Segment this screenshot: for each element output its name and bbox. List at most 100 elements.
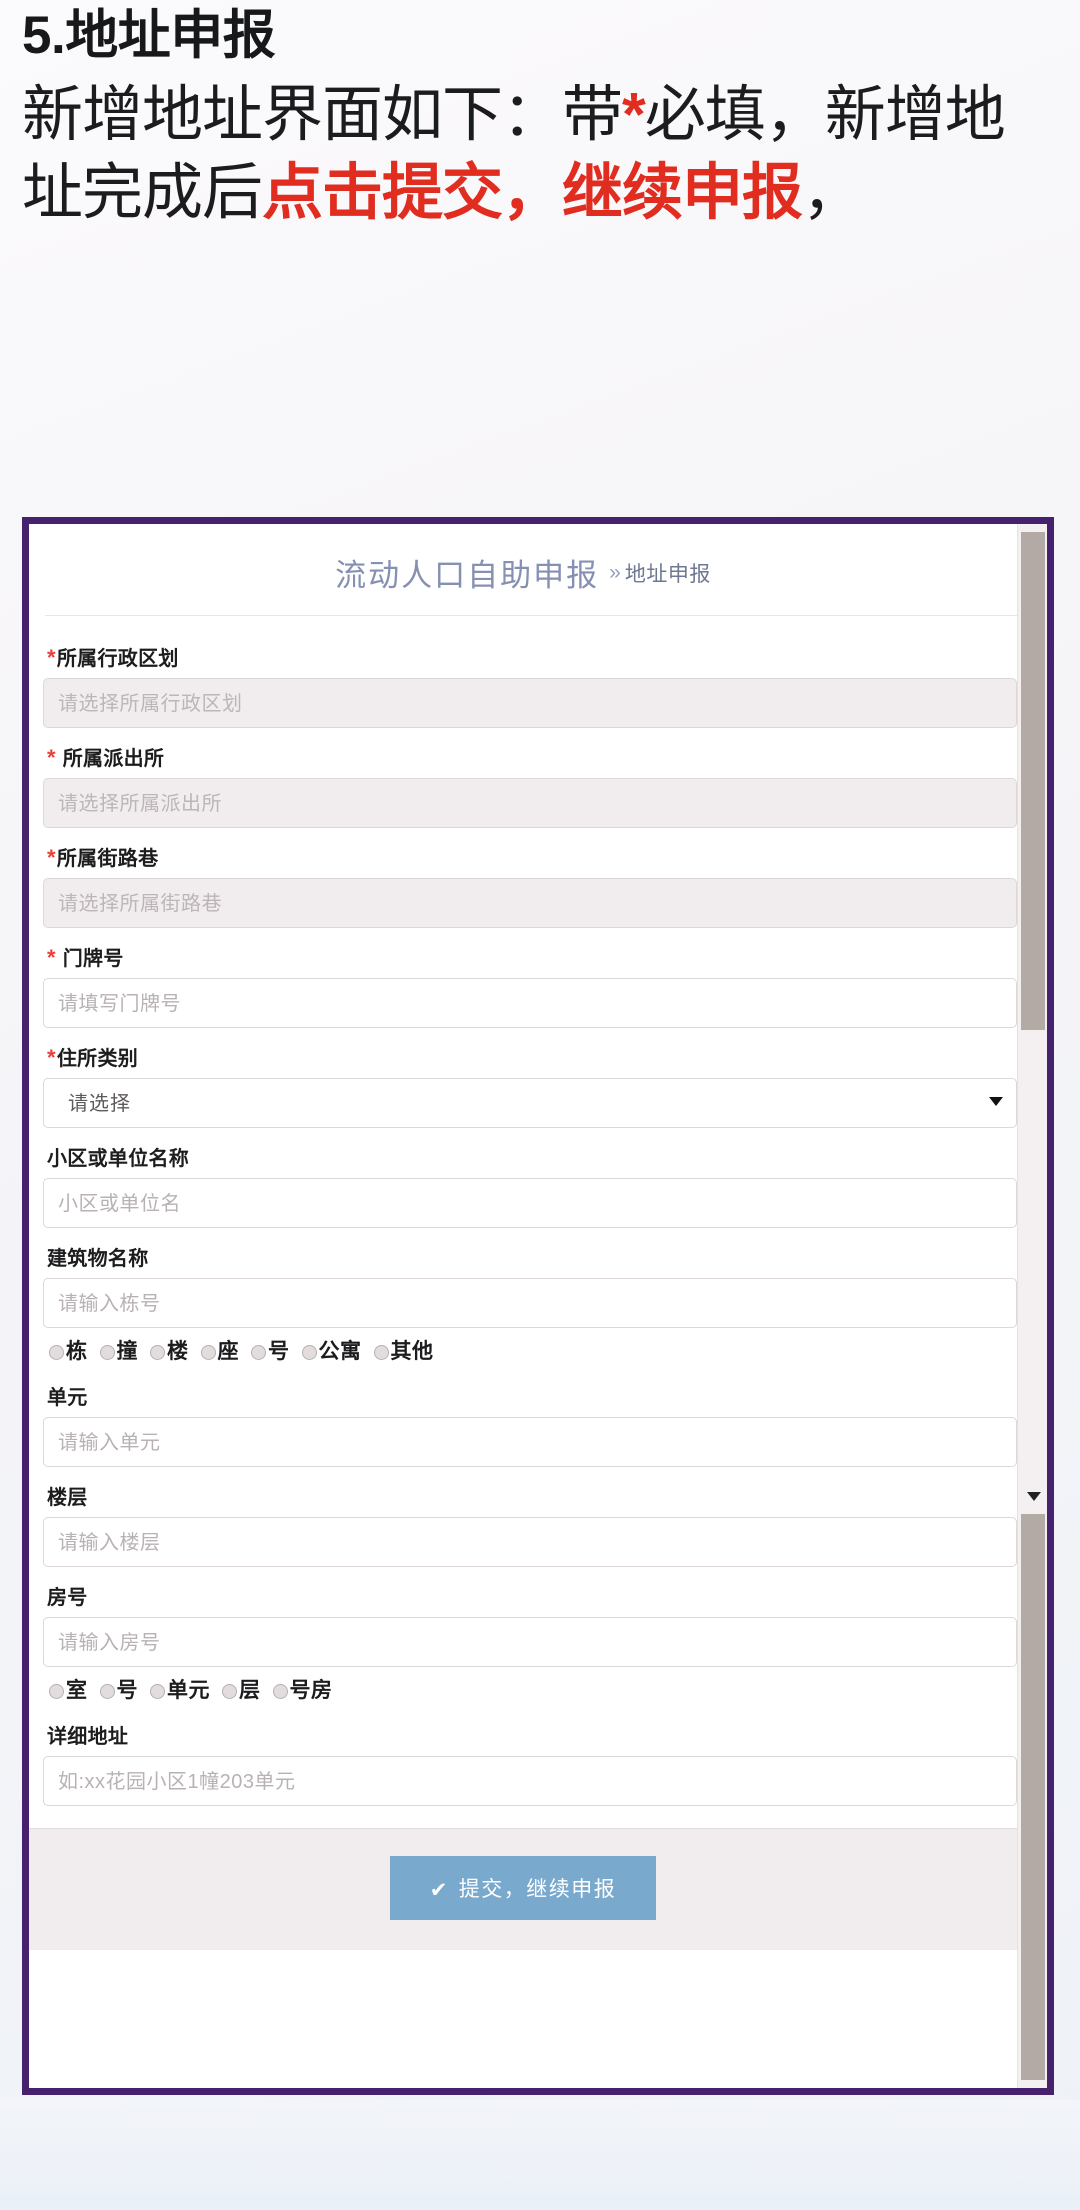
field-label-text: 门牌号 xyxy=(62,948,124,970)
community-or-unit-name-input[interactable]: 小区或单位名 xyxy=(43,1178,1017,1228)
radio-label: 其他 xyxy=(390,1340,434,1363)
radio-option[interactable]: 层 xyxy=(222,1674,261,1704)
radio-label: 栋 xyxy=(66,1340,88,1363)
field-label: 楼层 xyxy=(47,1487,88,1509)
radio-label: 撞 xyxy=(116,1340,138,1363)
radio-circle-icon[interactable] xyxy=(99,1345,115,1360)
radio-circle-icon[interactable] xyxy=(99,1684,115,1699)
radio-circle-icon[interactable] xyxy=(272,1684,288,1699)
required-marker: * xyxy=(47,645,56,670)
unit-input[interactable]: 请输入单元 xyxy=(43,1417,1017,1467)
radio-option[interactable]: 座 xyxy=(200,1335,240,1365)
field-unit: 单元 请输入单元 xyxy=(43,1369,1017,1467)
radio-label: 公寓 xyxy=(318,1340,362,1363)
radio-circle-icon[interactable] xyxy=(200,1345,216,1360)
radio-circle-icon[interactable] xyxy=(251,1345,266,1360)
radio-option[interactable]: 楼 xyxy=(150,1335,189,1365)
app-header: 流动人口自助申报 » 地址申报 xyxy=(29,524,1017,595)
submit-button-label: 提交，继续申报 xyxy=(458,1878,617,1901)
field-label: 详细地址 xyxy=(47,1726,129,1748)
radio-option[interactable]: 号 xyxy=(99,1674,139,1704)
field-label-text: 所属街路巷 xyxy=(56,848,159,870)
form-viewport: 流动人口自助申报» 地址申报 *所属行政区划 请选择所属行政区划 * 所属派出所 … xyxy=(29,524,1047,2088)
required-marker: * xyxy=(47,1045,56,1070)
radio-option[interactable]: 其他 xyxy=(373,1335,434,1365)
radio-option[interactable]: 号房 xyxy=(272,1674,333,1704)
radio-label: 楼 xyxy=(167,1340,189,1363)
vertical-scrollbar[interactable] xyxy=(1017,524,1047,2088)
radio-option[interactable]: 栋 xyxy=(49,1335,88,1365)
radio-circle-icon[interactable] xyxy=(150,1684,165,1699)
residence-type-dropdown-wrap: 请选择 xyxy=(43,1078,1017,1128)
radio-circle-icon[interactable] xyxy=(49,1684,64,1699)
room-number-input[interactable]: 请输入房号 xyxy=(43,1617,1017,1667)
radio-circle-icon[interactable] xyxy=(373,1345,389,1360)
field-label: 房号 xyxy=(47,1587,88,1609)
police-station-select[interactable]: 请选择所属派出所 xyxy=(43,778,1017,828)
radio-option[interactable]: 单元 xyxy=(150,1674,210,1704)
house-number-input[interactable]: 请填写门牌号 xyxy=(43,978,1017,1028)
field-room-number: 房号 请输入房号 室 号 单元 层 号房 xyxy=(43,1569,1017,1706)
field-house-number: * 门牌号 请填写门牌号 xyxy=(43,930,1017,1028)
required-marker: * xyxy=(47,945,56,970)
form-footer: ✔ 提交，继续申报 xyxy=(29,1828,1017,1950)
scrollbar-thumb-upper[interactable] xyxy=(1021,532,1045,1030)
radio-label: 室 xyxy=(66,1679,88,1702)
scrollbar-thumb-lower[interactable] xyxy=(1021,1514,1045,2080)
field-label: * 所属派出所 xyxy=(43,730,1017,778)
breadcrumb-separator-icon: » xyxy=(609,560,621,584)
room-suffix-radio-group: 室 号 单元 层 号房 xyxy=(43,1667,1017,1706)
chevron-down-icon[interactable] xyxy=(989,1097,1003,1106)
radio-label: 号 xyxy=(116,1679,138,1702)
heading-text-part1: 新增地址界面如下：带 xyxy=(22,80,623,149)
radio-label: 层 xyxy=(239,1679,261,1702)
browser-form-panel: 流动人口自助申报» 地址申报 *所属行政区划 请选择所属行政区划 * 所属派出所 … xyxy=(22,517,1054,2095)
field-detail-address: 详细地址 如:xx花园小区1幢203单元 xyxy=(43,1708,1017,1806)
field-label: * 门牌号 xyxy=(43,930,1017,978)
residence-type-dropdown[interactable]: 请选择 xyxy=(43,1078,1017,1128)
detail-address-input[interactable]: 如:xx花园小区1幢203单元 xyxy=(43,1756,1017,1806)
field-community-or-unit-name: 小区或单位名称 小区或单位名 xyxy=(43,1130,1017,1228)
form-body: *所属行政区划 请选择所属行政区划 * 所属派出所 请选择所属派出所 *所属街路… xyxy=(29,616,1047,1806)
radio-option[interactable]: 号 xyxy=(251,1335,290,1365)
required-marker: * xyxy=(47,745,56,770)
building-suffix-radio-group: 栋 撞 楼 座 号 公寓 其他 xyxy=(43,1328,1017,1367)
radio-label: 号 xyxy=(268,1340,290,1363)
field-floor: 楼层 请输入楼层 xyxy=(43,1469,1017,1567)
radio-circle-icon[interactable] xyxy=(301,1345,317,1360)
heading-text-part3: ， xyxy=(802,158,863,227)
radio-label: 座 xyxy=(217,1340,239,1363)
heading-highlight-red: 点击提交，继续申报 xyxy=(262,158,803,227)
field-label: *住所类别 xyxy=(43,1030,1017,1078)
app-title: 流动人口自助申报 xyxy=(335,558,600,593)
field-administrative-division: *所属行政区划 请选择所属行政区划 xyxy=(43,630,1017,728)
radio-option[interactable]: 公寓 xyxy=(301,1335,362,1365)
radio-option[interactable]: 撞 xyxy=(99,1335,139,1365)
field-label: 建筑物名称 xyxy=(47,1248,149,1270)
field-label: 单元 xyxy=(47,1387,88,1409)
building-name-input[interactable]: 请输入栋号 xyxy=(43,1278,1017,1328)
radio-circle-icon[interactable] xyxy=(222,1684,237,1699)
page-title: 5.地址申报 xyxy=(22,6,276,65)
submit-continue-button[interactable]: ✔ 提交，继续申报 xyxy=(389,1856,657,1920)
radio-option[interactable]: 室 xyxy=(49,1674,88,1704)
radio-label: 单元 xyxy=(167,1679,210,1702)
field-label: 小区或单位名称 xyxy=(47,1148,190,1170)
street-lane-select[interactable]: 请选择所属街路巷 xyxy=(43,878,1017,928)
field-label-text: 住所类别 xyxy=(56,1048,139,1070)
field-label-text: 所属派出所 xyxy=(62,748,165,770)
scrollbar-down-arrow-icon[interactable] xyxy=(1027,1492,1041,1501)
check-icon: ✔ xyxy=(429,1879,449,1902)
heading-required-star: * xyxy=(622,80,646,149)
floor-input[interactable]: 请输入楼层 xyxy=(43,1517,1017,1567)
field-police-station: * 所属派出所 请选择所属派出所 xyxy=(43,730,1017,828)
field-label: *所属街路巷 xyxy=(43,830,1017,878)
radio-circle-icon[interactable] xyxy=(150,1345,165,1360)
radio-label: 号房 xyxy=(289,1679,333,1702)
breadcrumb-current: 地址申报 xyxy=(624,562,711,586)
field-label-text: 所属行政区划 xyxy=(56,648,179,670)
field-street-lane: *所属街路巷 请选择所属街路巷 xyxy=(43,830,1017,928)
required-marker: * xyxy=(47,845,56,870)
administrative-division-select[interactable]: 请选择所属行政区划 xyxy=(43,678,1017,728)
radio-circle-icon[interactable] xyxy=(49,1345,64,1360)
